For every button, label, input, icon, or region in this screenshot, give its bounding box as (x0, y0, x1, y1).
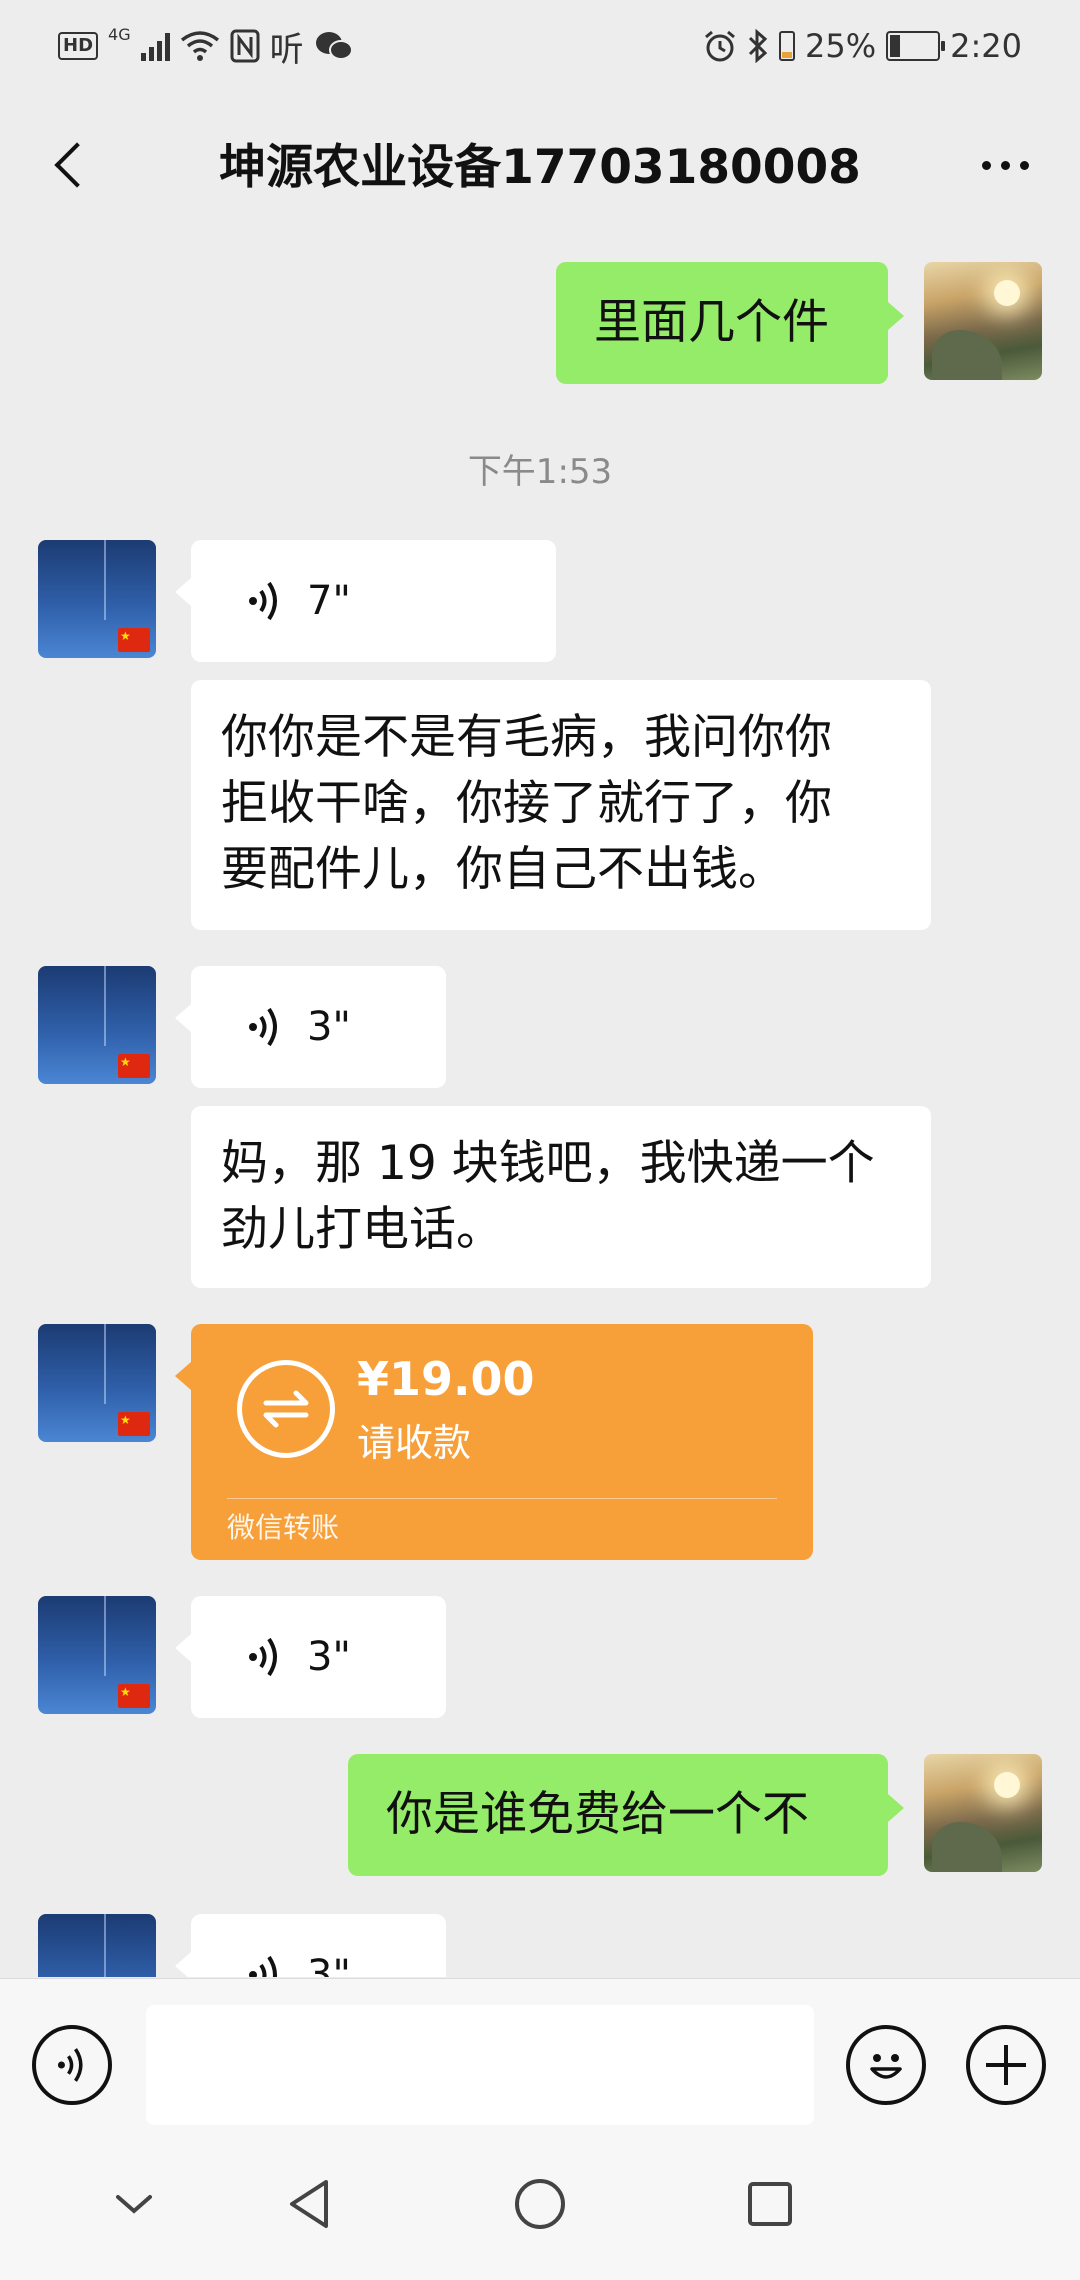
message-sent: 你是谁免费给一个不 (0, 1754, 1080, 1876)
battery-small-icon (779, 31, 796, 61)
voice-duration: 3" (307, 1004, 351, 1050)
text-bubble[interactable]: 你你是不是有毛病，我问你你 拒收干啥，你接了就行了，你 要配件儿，你自己不出钱。 (191, 680, 931, 930)
voice-icon (249, 1955, 277, 1977)
text-bubble[interactable]: 妈，那 19 块钱吧，我快递一个 劲儿打电话。 (191, 1106, 931, 1288)
contact-avatar[interactable]: ★ (38, 1324, 156, 1442)
transfer-amount: ¥19.00 (357, 1352, 535, 1406)
chevron-down-icon[interactable] (104, 2174, 164, 2234)
bluetooth-icon (748, 29, 768, 63)
timestamp: 下午1:53 (467, 452, 613, 492)
transfer-note: 请收款 (357, 1421, 472, 1465)
battery-percent: 25% (805, 27, 877, 65)
message-received: 妈，那 19 块钱吧，我快递一个 劲儿打电话。 (0, 1106, 1080, 1288)
message-received: ★ 7" (0, 540, 1080, 662)
transfer-card[interactable]: ¥19.00 请收款 微信转账 (175, 1324, 813, 1560)
message-received: ★ 3" (0, 966, 1080, 1088)
voice-bubble[interactable]: 3" (175, 1914, 446, 1977)
status-bar: HD 4G 听 25% 2:20 (0, 0, 1080, 92)
clock: 2:20 (950, 27, 1022, 65)
alarm-icon (705, 30, 735, 62)
my-avatar[interactable] (924, 262, 1042, 380)
emoji-button[interactable] (846, 2025, 926, 2105)
plus-button[interactable] (966, 2025, 1046, 2105)
message-sent: 里面几个件 (0, 262, 1080, 384)
smiley-icon (870, 2054, 902, 2079)
back-button[interactable] (36, 130, 106, 200)
contact-avatar[interactable]: ★ (38, 1914, 156, 1977)
nav-recents-button[interactable] (740, 2174, 800, 2234)
divider (227, 1498, 777, 1499)
transfer-icon (237, 1360, 335, 1458)
message-list[interactable]: 里面几个件 下午1:53 ★ 7" 你你是不是有毛病，我问你你 拒收干啥，你接了… (0, 232, 1080, 1977)
voice-duration: 7" (307, 578, 351, 624)
message-received: ★ 3" (0, 1596, 1080, 1718)
network-type: 4G (108, 24, 131, 44)
voice-duration: 3" (307, 1634, 351, 1680)
signal-icon (140, 31, 170, 61)
nav-back-button[interactable] (280, 2174, 340, 2234)
voice-icon (249, 1637, 277, 1677)
chat-header: 坤源农业设备17703180008 (0, 92, 1080, 232)
text-bubble[interactable]: 你是谁免费给一个不 (348, 1754, 904, 1876)
more-button[interactable] (970, 140, 1040, 190)
system-nav-bar (0, 2128, 1080, 2280)
message-received: 你你是不是有毛病，我问你你 拒收干啥，你接了就行了，你 要配件儿，你自己不出钱。 (0, 680, 1080, 930)
voice-icon (57, 2048, 83, 2082)
voice-bubble[interactable]: 3" (175, 966, 446, 1088)
contact-avatar[interactable]: ★ (38, 966, 156, 1084)
message-input[interactable] (146, 2005, 814, 2125)
app-notification-icon: 听 (269, 29, 304, 70)
message-received: ★ ¥19.00 请收款 微信转账 (0, 1324, 1080, 1560)
voice-input-button[interactable] (32, 2025, 112, 2105)
transfer-footer: 微信转账 (227, 1511, 340, 1544)
nav-home-button[interactable] (510, 2174, 570, 2234)
my-avatar[interactable] (924, 1754, 1042, 1872)
input-bar (0, 1978, 1080, 2129)
text-bubble[interactable]: 里面几个件 (556, 262, 904, 384)
chat-title: 坤源农业设备17703180008 (219, 140, 861, 195)
contact-avatar[interactable]: ★ (38, 540, 156, 658)
voice-icon (249, 1007, 277, 1047)
voice-icon (249, 581, 277, 621)
voice-duration: 3" (307, 1952, 351, 1977)
voice-bubble[interactable]: 7" (175, 540, 556, 662)
message-received: ★ 3" (0, 1914, 1080, 1977)
wechat-icon (315, 32, 353, 60)
wifi-icon (180, 31, 219, 61)
nfc-icon (230, 29, 260, 63)
voice-bubble[interactable]: 3" (175, 1596, 446, 1718)
battery-icon (886, 31, 946, 61)
hd-icon: HD (58, 32, 99, 60)
contact-avatar[interactable]: ★ (38, 1596, 156, 1714)
